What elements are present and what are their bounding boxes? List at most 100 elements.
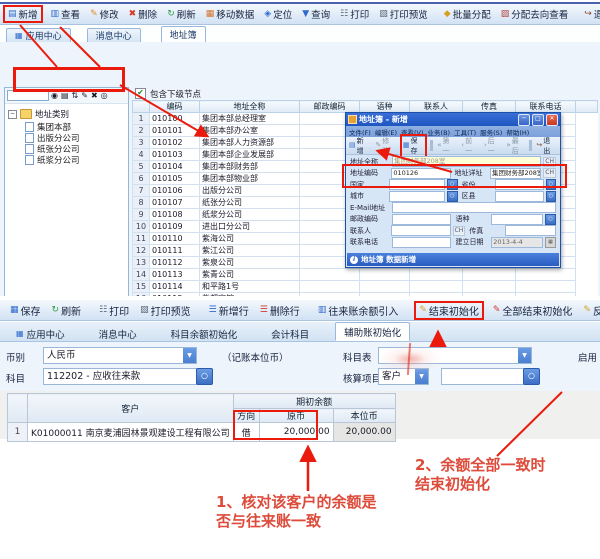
tab-app-center[interactable]: ▦ 应用中心: [6, 28, 71, 42]
toolbar-button[interactable]: ☷ 打印: [338, 6, 371, 22]
include-children-checkbox[interactable]: ✔: [135, 88, 146, 99]
toolbar-button[interactable]: ◆ 批量分配: [442, 6, 493, 22]
currency-select[interactable]: 人民币 ▼: [43, 347, 197, 364]
toolbar-button-icon: ☷: [340, 10, 348, 19]
item-lookup-icon[interactable]: ○: [523, 368, 540, 385]
toolbar-button[interactable]: ▧ 打印预览: [377, 6, 430, 22]
dialog-toolbar-button[interactable]: ↪ 退出: [535, 136, 558, 156]
annotation-smudge: [378, 345, 442, 373]
tree-item[interactable]: 集团本部: [5, 121, 128, 132]
toolbar-button[interactable]: ▦ 保存: [8, 302, 43, 319]
tab-label: 消息中心: [96, 29, 132, 42]
toolbar-button[interactable]: ◈ 定位: [262, 6, 294, 22]
col-header-opening-balance: 期初余额: [233, 394, 395, 409]
minimize-button[interactable]: ─: [518, 114, 530, 126]
account-lookup-icon[interactable]: ○: [196, 368, 213, 385]
address-row[interactable]: 14 010113 紫青公司: [133, 269, 598, 281]
dialog-toolbar-button[interactable]: ‹ 前一: [460, 136, 480, 156]
dialog-toolbar-button-label: 保存: [411, 136, 425, 156]
row-number: 1: [8, 423, 28, 442]
toolbar-button[interactable]: ☷ 打印: [97, 302, 131, 319]
chevron-down-icon[interactable]: ▼: [518, 348, 531, 363]
tree-toolbar-icon[interactable]: ✖: [91, 92, 98, 100]
col-header-customer[interactable]: 客户: [28, 394, 234, 423]
toolbar-button[interactable]: ↻ 刷新: [165, 6, 198, 22]
tree-toolbar-icon[interactable]: ▤: [61, 92, 69, 100]
tree-toolbar-icon[interactable]: ◎: [101, 92, 108, 100]
tree-item[interactable]: 纸张分公司: [5, 143, 128, 154]
balance-row[interactable]: 1 K01000011 南京麦浦园林景观建设工程有限公司 借 20,000.00…: [8, 423, 396, 442]
create-date-field[interactable]: 2013-4-4: [491, 237, 543, 248]
toolbar-button[interactable]: ↻ 刷新: [50, 302, 84, 319]
item-value-field[interactable]: [441, 368, 525, 385]
date-picker-icon[interactable]: ▦: [545, 237, 556, 248]
toolbar-button[interactable]: ▦ 移动数据: [204, 6, 257, 22]
toolbar-button[interactable]: ▥ 查看: [49, 6, 83, 22]
close-button[interactable]: ✕: [546, 114, 558, 126]
toolbar-button[interactable]: ↪ 退出: [582, 6, 600, 22]
col-header-fax[interactable]: 传真: [463, 101, 516, 113]
tree-toolbar-icon[interactable]: ⇅: [72, 92, 79, 100]
toolbar-button[interactable]: ✎ 全部结束初始化: [491, 302, 575, 319]
district-field[interactable]: [495, 191, 544, 202]
district-lookup-icon[interactable]: ○: [546, 191, 556, 202]
fax-field[interactable]: [505, 225, 556, 236]
tree-root-address-category[interactable]: − 地址类别: [8, 108, 128, 120]
toolbar-button[interactable]: ▤ 新增: [3, 5, 43, 23]
tree-toolbar-icon[interactable]: ◉: [51, 92, 58, 100]
account-field[interactable]: 112202 - 应收往来款: [43, 368, 197, 385]
city-field[interactable]: [389, 191, 445, 202]
dialog-toolbar-button[interactable]: » 最后: [505, 136, 526, 156]
toolbar-button[interactable]: ▼ 查询: [300, 6, 332, 22]
col-header-base-currency[interactable]: 本位币: [333, 409, 395, 423]
toolbar-button[interactable]: ✖ 删除: [127, 6, 160, 22]
tree-item[interactable]: 纸浆分公司: [5, 154, 128, 165]
col-header-contact[interactable]: 联系人: [410, 101, 463, 113]
row-number: 7: [133, 185, 150, 197]
lang-lookup-icon[interactable]: ○: [545, 214, 556, 225]
tab-accounting-subjects[interactable]: 会计科目: [263, 326, 317, 341]
tab-message-center[interactable]: 消息中心: [87, 28, 141, 42]
dialog-toolbar-button[interactable]: ✎ 修改: [374, 136, 397, 156]
dialog-toolbar-button[interactable]: [430, 140, 433, 151]
contact-field[interactable]: [391, 225, 450, 236]
tab-auxiliary-init[interactable]: 辅助账初始化: [335, 322, 410, 341]
toolbar-button[interactable]: ✎ 结束初始化: [414, 301, 484, 320]
address-name: 纸浆分公司: [200, 209, 300, 221]
toolbar-button[interactable]: ☰ 新增行: [207, 302, 251, 319]
col-header-zip[interactable]: 邮政编码: [300, 101, 360, 113]
toolbar-button[interactable]: ▨ 分配去向查看: [499, 6, 571, 22]
toolbar-button[interactable]: ✎ 反初始化: [581, 302, 600, 319]
tree-expander-icon[interactable]: −: [8, 110, 17, 119]
dialog-toolbar-button[interactable]: « 第一: [436, 136, 457, 156]
tab-address-book[interactable]: 地址簿: [161, 26, 206, 42]
dialog-toolbar-button[interactable]: › 后一: [483, 136, 503, 156]
dialog-titlebar[interactable]: 地址簿 - 新增 ─ □ ✕: [346, 113, 560, 126]
city-lookup-icon[interactable]: ○: [447, 191, 457, 202]
tree-toolbar-icon[interactable]: ✎: [81, 92, 88, 100]
col-header-lang[interactable]: 语种: [360, 101, 410, 113]
toolbar-button[interactable]: ▥ 往来账余额引入: [316, 302, 401, 319]
chevron-down-icon[interactable]: ▼: [183, 348, 196, 363]
address-row[interactable]: 15 010114 和平路1号: [133, 281, 598, 293]
tab-account-balance-init[interactable]: 科目余额初始化: [163, 326, 246, 341]
zip-field[interactable]: [392, 214, 452, 225]
col-header-name[interactable]: 地址全称: [200, 101, 300, 113]
tree-item[interactable]: 出版分公司: [5, 132, 128, 143]
maximize-button[interactable]: □: [532, 114, 544, 126]
toolbar-button[interactable]: ☰ 删除行: [258, 302, 302, 319]
col-header-phone[interactable]: 联系电话: [516, 101, 576, 113]
tab-label: 科目余额初始化: [171, 327, 238, 341]
email-field[interactable]: [392, 202, 556, 213]
phone-field[interactable]: [392, 237, 452, 248]
col-header-code[interactable]: 编码: [150, 101, 200, 113]
lang-field[interactable]: [491, 214, 543, 225]
tab-app-center[interactable]: ▦ 应用中心: [8, 326, 73, 341]
toolbar-button[interactable]: ✎ 修改: [88, 6, 121, 22]
tab-message-center[interactable]: 消息中心: [91, 326, 145, 341]
dialog-toolbar-button[interactable]: [529, 140, 532, 151]
dialog-toolbar-button[interactable]: ▤ 新增: [348, 136, 371, 156]
address-name: 紫海公司: [200, 233, 300, 245]
corner-header: [8, 394, 28, 423]
toolbar-button[interactable]: ▧ 打印预览: [138, 302, 193, 319]
